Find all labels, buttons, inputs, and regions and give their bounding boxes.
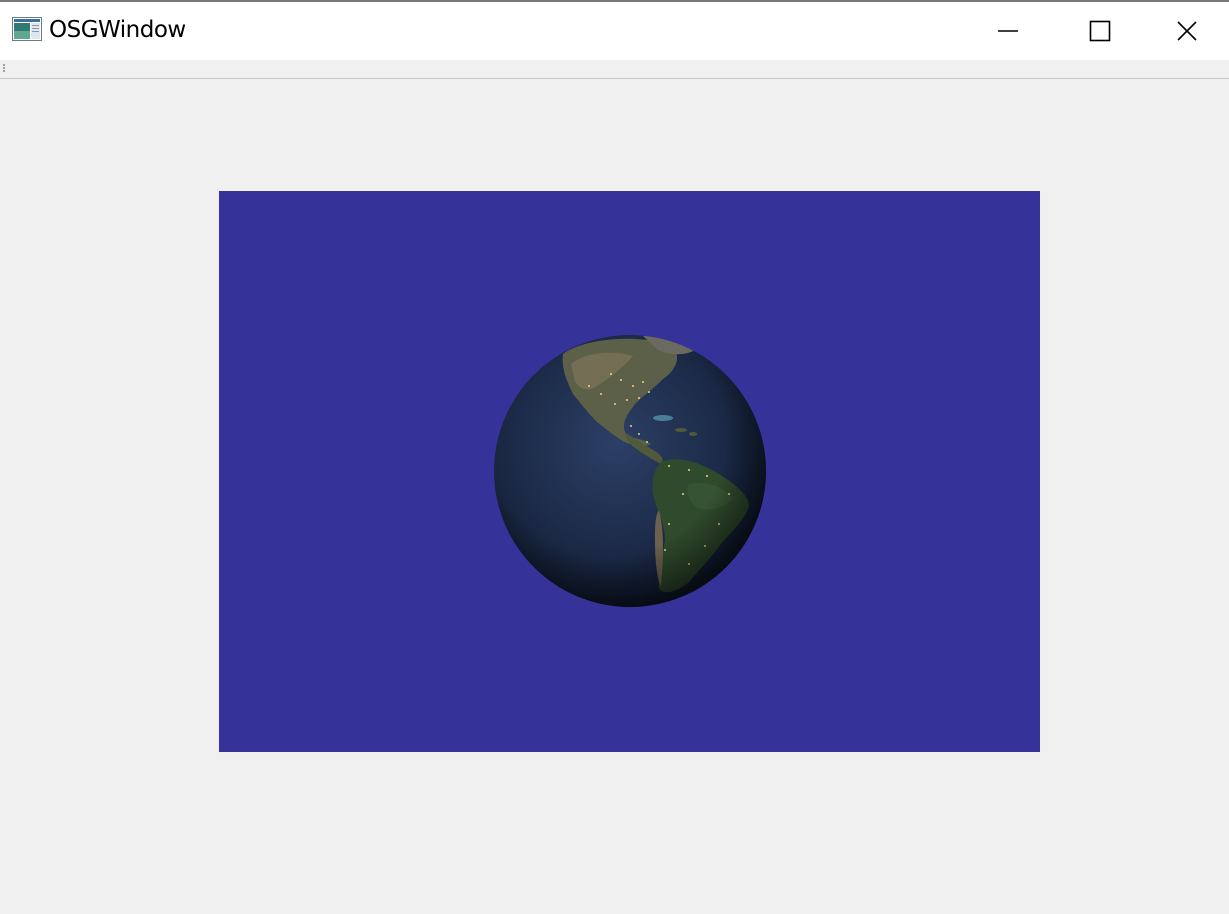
close-button[interactable] (1145, 2, 1229, 60)
minimize-button[interactable] (962, 2, 1054, 60)
osg-window: OSGWindow (0, 0, 1229, 914)
maximize-button[interactable] (1054, 2, 1146, 60)
central-widget (0, 79, 1229, 914)
maximize-icon (1089, 20, 1111, 42)
window-title: OSGWindow (49, 17, 186, 43)
osg-render-viewport[interactable] (219, 191, 1040, 752)
toolbar-area (0, 60, 1229, 79)
title-bar[interactable]: OSGWindow (0, 2, 1229, 60)
close-icon (1176, 20, 1198, 42)
app-icon[interactable] (12, 17, 42, 41)
earth-globe[interactable] (493, 334, 767, 608)
minimize-icon (997, 20, 1019, 42)
toolbar-grip-handle[interactable] (3, 64, 6, 74)
